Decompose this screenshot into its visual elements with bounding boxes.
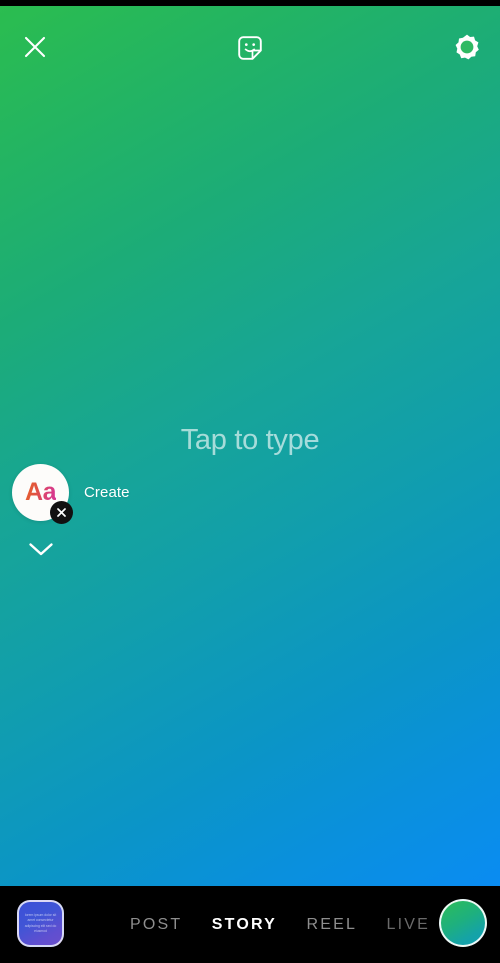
mode-selector: POST STORY REEL LIVE [130, 886, 430, 963]
close-button[interactable] [14, 26, 56, 68]
create-chip-label: Create [84, 484, 130, 501]
mode-post[interactable]: POST [130, 916, 182, 934]
create-mode-chip[interactable]: Aa Create [12, 464, 130, 524]
story-camera-screen: Tap to type Aa Create lorem ipsum dolor … [0, 0, 500, 963]
gallery-thumbnail-text: lorem ipsum dolor sit amet consectetur a… [24, 913, 57, 933]
gallery-thumbnail-button[interactable]: lorem ipsum dolor sit amet consectetur a… [17, 900, 64, 947]
create-icon-holder: Aa [12, 464, 73, 524]
close-icon [24, 36, 46, 58]
mode-story[interactable]: STORY [212, 916, 277, 934]
profile-avatar[interactable] [439, 899, 487, 947]
top-toolbar [0, 6, 500, 84]
story-canvas[interactable]: Tap to type Aa Create [0, 6, 500, 886]
create-aa-label: Aa [25, 478, 56, 506]
sticker-button[interactable] [228, 26, 272, 70]
chevron-down-icon [29, 543, 53, 556]
bottom-mode-nav: lorem ipsum dolor sit amet consectetur a… [0, 886, 500, 963]
close-icon [57, 508, 66, 517]
create-dismiss-button[interactable] [50, 501, 73, 524]
capture-controls: Aa GIF [0, 786, 500, 878]
mode-live[interactable]: LIVE [386, 916, 430, 934]
tap-to-type-placeholder[interactable]: Tap to type [0, 424, 500, 457]
gear-icon [455, 34, 479, 60]
settings-button[interactable] [446, 26, 488, 68]
sticker-icon [238, 36, 262, 60]
mode-reel[interactable]: REEL [306, 916, 357, 934]
expand-effects-button[interactable] [25, 536, 57, 562]
